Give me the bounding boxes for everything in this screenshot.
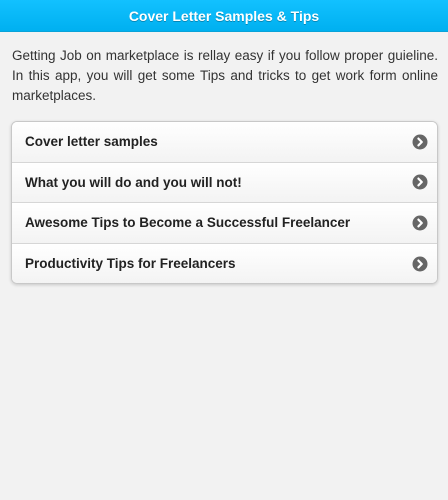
- list-item-do-and-not[interactable]: What you will do and you will not!: [12, 162, 437, 203]
- chevron-right-circle-icon: [412, 256, 428, 272]
- list-item-successful-freelancer-tips[interactable]: Awesome Tips to Become a Successful Free…: [12, 203, 437, 244]
- chevron-right-circle-icon: [412, 215, 428, 231]
- menu-list: Cover letter samples What you will do an…: [11, 121, 438, 284]
- chevron-right-circle-icon: [412, 134, 428, 150]
- list-item-label: Productivity Tips for Freelancers: [25, 256, 236, 272]
- page-title: Cover Letter Samples & Tips: [128, 7, 320, 24]
- list-item-label: Cover letter samples: [25, 134, 158, 150]
- chevron-right-circle-icon: [412, 174, 428, 190]
- intro-text: Getting Job on marketplace is rellay eas…: [12, 48, 438, 103]
- list-item-cover-letter-samples[interactable]: Cover letter samples: [12, 122, 437, 163]
- list-item-productivity-tips[interactable]: Productivity Tips for Freelancers: [12, 243, 437, 283]
- list-item-label: What you will do and you will not!: [25, 174, 242, 190]
- app-header: Cover Letter Samples & Tips: [0, 0, 448, 32]
- list-item-label: Awesome Tips to Become a Successful Free…: [25, 215, 351, 231]
